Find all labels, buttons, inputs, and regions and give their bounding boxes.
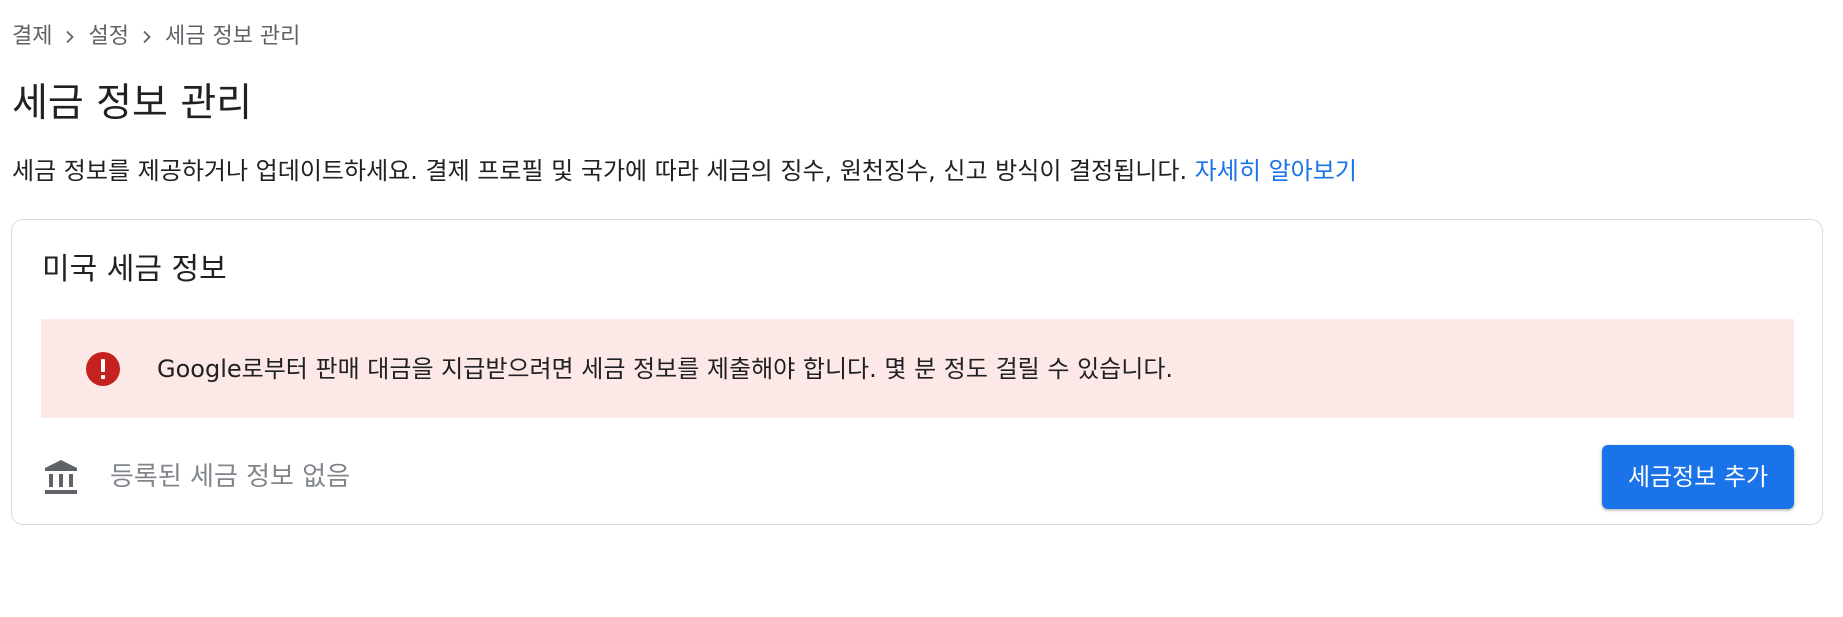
tax-info-page: 결제 설정 세금 정보 관리 세금 정보 관리 세금 정보를 제공하거나 업데이…	[0, 0, 1843, 617]
breadcrumb: 결제 설정 세금 정보 관리	[12, 22, 300, 52]
tax-info-row: 등록된 세금 정보 없음 세금정보 추가	[41, 444, 1794, 510]
alert-message: Google로부터 판매 대금을 지급받으려면 세금 정보를 제출해야 합니다.…	[157, 354, 1174, 383]
page-description: 세금 정보를 제공하거나 업데이트하세요. 결제 프로필 및 국가에 따라 세금…	[12, 154, 1357, 188]
us-tax-info-card: 미국 세금 정보 Google로부터 판매 대금을 지급받으려면 세금 정보를 …	[11, 219, 1823, 525]
card-title: 미국 세금 정보	[42, 252, 227, 287]
breadcrumb-item-tax-info: 세금 정보 관리	[164, 24, 301, 49]
no-tax-info-text: 등록된 세금 정보 없음	[110, 462, 351, 492]
page-title: 세금 정보 관리	[12, 81, 253, 126]
chevron-right-icon	[52, 22, 88, 52]
description-text: 세금 정보를 제공하거나 업데이트하세요. 결제 프로필 및 국가에 따라 세금…	[12, 157, 1188, 185]
learn-more-link[interactable]: 자세히 알아보기	[1195, 157, 1357, 185]
add-tax-info-button[interactable]: 세금정보 추가	[1602, 445, 1794, 509]
error-icon	[85, 351, 121, 387]
tax-info-alert: Google로부터 판매 대금을 지급받으려면 세금 정보를 제출해야 합니다.…	[41, 319, 1794, 418]
breadcrumb-item-payments[interactable]: 결제	[12, 22, 52, 52]
bank-icon	[41, 457, 81, 497]
chevron-right-icon	[129, 22, 165, 52]
breadcrumb-item-settings[interactable]: 설정	[88, 22, 128, 52]
